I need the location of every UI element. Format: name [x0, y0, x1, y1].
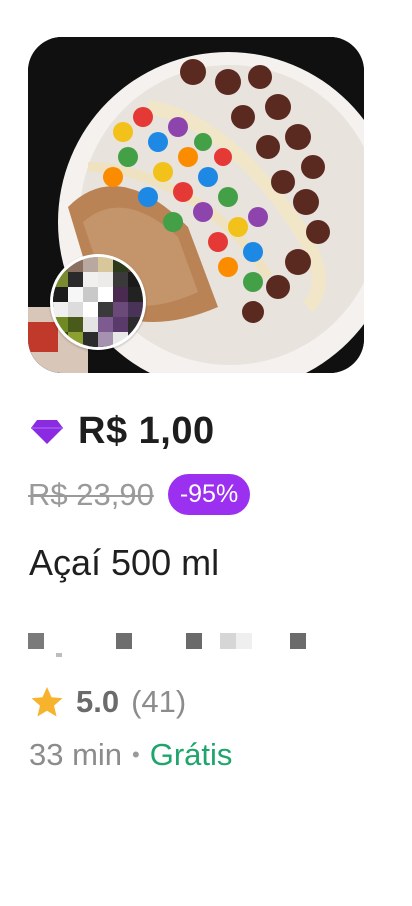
rating-count: (41) [131, 684, 187, 719]
delivery-info: 33 min • Grátis [29, 737, 232, 773]
price-row: R$ 1,00 [30, 410, 215, 453]
store-avatar[interactable] [50, 254, 146, 350]
rating-value: 5.0 [76, 684, 120, 719]
star-icon [31, 687, 63, 717]
rating-row: 5.0 (41) [30, 684, 186, 720]
discount-row: R$ 23,90 -95% [28, 474, 251, 515]
original-price: R$ 23,90 [28, 476, 154, 512]
separator-dot: • [132, 742, 140, 767]
current-price: R$ 1,00 [78, 410, 215, 452]
discount-badge: -95% [167, 474, 251, 515]
diamond-icon [31, 419, 63, 444]
delivery-fee: Grátis [149, 737, 233, 772]
delivery-time: 33 min [29, 737, 123, 772]
product-title[interactable]: Açaí 500 ml [29, 542, 219, 584]
store-name-obscured[interactable] [28, 633, 318, 663]
store-logo-avatar-icon [53, 257, 143, 347]
